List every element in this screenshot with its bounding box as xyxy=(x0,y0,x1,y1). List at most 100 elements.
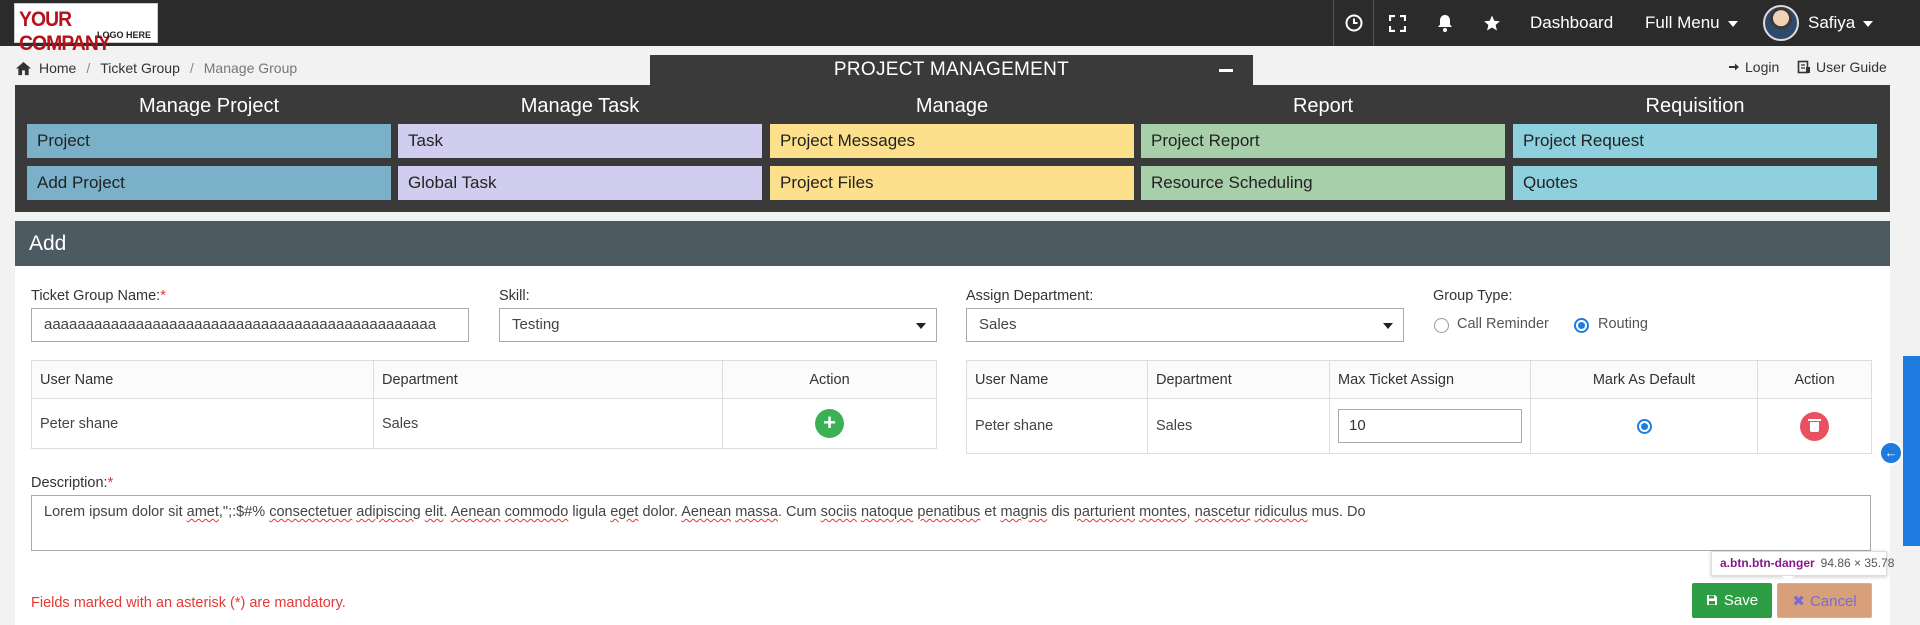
breadcrumb-home[interactable]: Home xyxy=(39,60,76,76)
skill-select[interactable]: Testing xyxy=(499,308,937,342)
desc-text: nascetur xyxy=(1194,504,1251,520)
ticket-group-label: Ticket Group Name:* xyxy=(31,288,166,304)
col-user-name: User Name xyxy=(31,360,374,399)
add-panel-title: Add xyxy=(29,232,67,255)
cancel-button[interactable]: ✖ Cancel xyxy=(1777,583,1872,618)
user-guide-link[interactable]: User Guide xyxy=(1797,59,1887,75)
divider xyxy=(1333,0,1334,46)
menu-item-task[interactable]: Task xyxy=(398,124,762,158)
login-link[interactable]: Login xyxy=(1728,59,1779,75)
save-button[interactable]: Save xyxy=(1692,583,1772,618)
desc-text: magnis xyxy=(1000,504,1048,520)
description-textarea[interactable]: Lorem ipsum dolor sit amet,";:$#% consec… xyxy=(31,495,1871,551)
cell-action xyxy=(1757,398,1872,454)
description-label: Description:* xyxy=(31,475,113,491)
user-name: Safiya xyxy=(1808,13,1856,32)
breadcrumb-separator: / xyxy=(86,60,91,76)
menu-item-project-files[interactable]: Project Files xyxy=(770,166,1134,200)
chevron-down-icon xyxy=(1863,20,1874,27)
tooltip-selector: a.btn.btn-danger xyxy=(1720,556,1815,570)
col-department: Department xyxy=(373,360,723,399)
collapse-icon[interactable] xyxy=(1219,69,1233,72)
add-user-button[interactable]: + xyxy=(815,409,844,438)
menu-item-project[interactable]: Project xyxy=(27,124,391,158)
menu-column-title: Manage Task xyxy=(520,95,640,117)
company-logo[interactable]: YOUR COMPANY LOGO HERE xyxy=(14,3,158,55)
desc-text: . xyxy=(443,504,451,520)
user-menu[interactable]: Safiya xyxy=(1808,13,1874,33)
devtools-tooltip: a.btn.btn-danger 94.86 × 35.78 xyxy=(1711,551,1894,582)
chevron-down-icon xyxy=(1383,323,1393,329)
mark-default-radio[interactable] xyxy=(1636,418,1652,434)
desc-text: dolor. xyxy=(638,504,682,520)
table-row: Peter shane Sales + xyxy=(31,398,937,449)
skill-label: Skill: xyxy=(499,288,530,304)
max-ticket-input[interactable]: 10 xyxy=(1338,409,1522,443)
ticket-group-input[interactable]: aaaaaaaaaaaaaaaaaaaaaaaaaaaaaaaaaaaaaaaa… xyxy=(31,308,469,342)
floppy-icon xyxy=(1706,595,1717,605)
desc-text: commodo xyxy=(504,504,569,520)
scrollbar-thumb[interactable] xyxy=(1903,356,1920,546)
table-header-row: User Name Department Max Ticket Assign M… xyxy=(966,360,1872,399)
group-type-label: Group Type: xyxy=(1433,288,1513,304)
full-menu-dropdown[interactable]: Full Menu xyxy=(1645,13,1738,33)
table-row: Peter shane Sales 10 xyxy=(966,398,1872,454)
desc-text: parturient xyxy=(1073,504,1136,520)
top-navbar: YOUR COMPANY LOGO HERE Dashboard Full Me… xyxy=(0,0,1920,55)
menu-item-project-request[interactable]: Project Request xyxy=(1513,124,1877,158)
project-management-tab[interactable]: PROJECT MANAGEMENT xyxy=(650,55,1253,85)
desc-text: amet xyxy=(186,504,219,520)
required-asterisk: * xyxy=(160,288,166,304)
menu-item-quotes[interactable]: Quotes xyxy=(1513,166,1877,200)
radio-call-reminder[interactable] xyxy=(1434,318,1449,333)
chevron-down-icon xyxy=(916,323,926,329)
skill-select-value: Testing xyxy=(512,316,560,333)
menu-item-project-report[interactable]: Project Report xyxy=(1141,124,1505,158)
col-max-ticket-assign: Max Ticket Assign xyxy=(1329,360,1531,399)
desc-text: Aenean xyxy=(450,504,501,520)
bell-icon[interactable] xyxy=(1427,0,1463,46)
col-department: Department xyxy=(1147,360,1330,399)
fullscreen-icon[interactable] xyxy=(1379,0,1415,46)
breadcrumb-current: Manage Group xyxy=(203,60,298,76)
chevron-down-icon xyxy=(1727,20,1738,27)
desc-text: . Cum xyxy=(777,504,821,520)
menu-item-project-messages[interactable]: Project Messages xyxy=(770,124,1134,158)
radio-routing[interactable] xyxy=(1574,318,1589,333)
dashboard-link[interactable]: Dashboard xyxy=(1530,13,1613,33)
desc-text: et xyxy=(980,504,1001,520)
menu-column-title: Manage xyxy=(915,95,989,117)
avatar[interactable] xyxy=(1763,5,1799,41)
cell-action: + xyxy=(722,398,937,449)
ticket-group-label-text: Ticket Group Name: xyxy=(31,288,161,304)
desc-text: eget xyxy=(610,504,639,520)
department-select-value: Sales xyxy=(979,316,1017,333)
login-label: Login xyxy=(1745,59,1780,75)
full-menu-label: Full Menu xyxy=(1645,13,1720,32)
desc-text: , xyxy=(1186,504,1195,520)
desc-text: ridiculus xyxy=(1254,504,1308,520)
delete-user-button[interactable] xyxy=(1800,411,1829,441)
desc-text: montes xyxy=(1139,504,1187,520)
clock-icon[interactable] xyxy=(1336,0,1372,46)
desc-text: natoque xyxy=(860,504,914,520)
col-mark-as-default: Mark As Default xyxy=(1530,360,1758,399)
breadcrumb-ticket-group[interactable]: Ticket Group xyxy=(100,60,180,76)
menu-item-add-project[interactable]: Add Project xyxy=(27,166,391,200)
radio-call-reminder-label[interactable]: Call Reminder xyxy=(1457,316,1549,332)
arrow-left-icon[interactable]: ← xyxy=(1879,441,1903,465)
menu-item-global-task[interactable]: Global Task xyxy=(398,166,762,200)
assign-department-select[interactable]: Sales xyxy=(966,308,1404,342)
menu-item-resource-scheduling[interactable]: Resource Scheduling xyxy=(1141,166,1505,200)
trash-icon xyxy=(1808,418,1821,432)
menu-column-manage-task: Manage Task Task Global Task xyxy=(398,85,762,200)
desc-text: ,";:$#% xyxy=(218,504,270,520)
cell-mark-default xyxy=(1530,398,1758,454)
menu-column-requisition: Requisition Project Request Quotes xyxy=(1513,85,1877,200)
desc-text: Aenean xyxy=(681,504,732,520)
star-icon[interactable] xyxy=(1474,0,1510,46)
cancel-label: Cancel xyxy=(1809,593,1857,610)
desc-text: sociis xyxy=(820,504,857,520)
assign-department-label: Assign Department: xyxy=(966,288,1094,304)
radio-routing-label[interactable]: Routing xyxy=(1598,316,1648,332)
